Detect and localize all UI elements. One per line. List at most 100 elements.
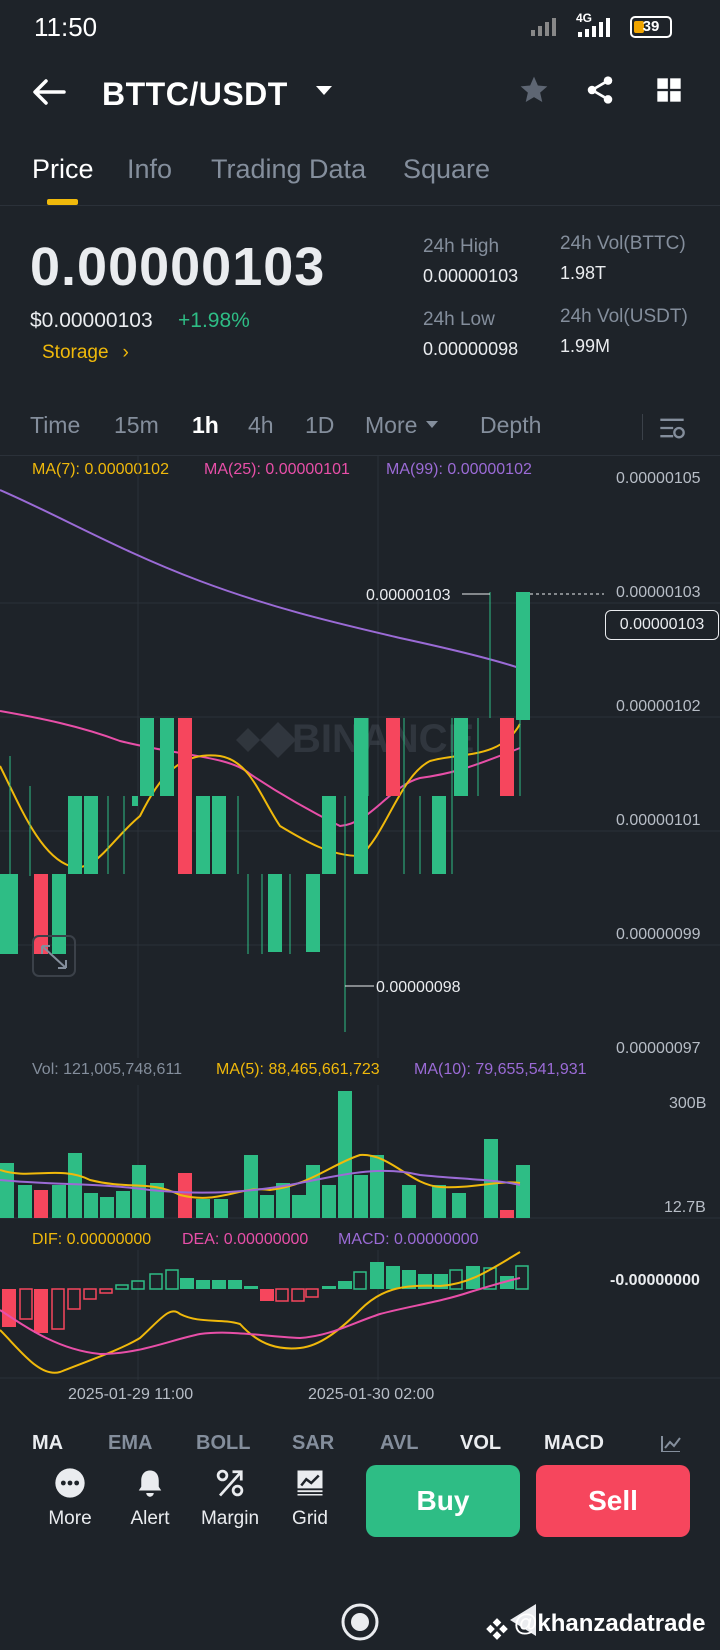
vol-base-label: 24h Vol(BTTC) [560, 233, 686, 254]
interval-more[interactable]: More [365, 412, 417, 439]
candle [454, 718, 468, 796]
grid-bot-icon [297, 1470, 323, 1496]
margin-button-label: Margin [200, 1508, 260, 1529]
alert-button[interactable]: Alert [114, 1466, 186, 1530]
status-bar: 11:50 4G 39 [0, 0, 720, 56]
back-arrow-icon[interactable] [32, 78, 66, 106]
indicator-tab-macd[interactable]: MACD [544, 1432, 604, 1454]
candle [52, 874, 66, 954]
price-axis-label: 0.00000103 [616, 584, 701, 601]
high-label: 24h High [423, 236, 500, 257]
price-axis-label: 0.00000101 [616, 812, 701, 829]
candle [0, 874, 18, 954]
candle [212, 796, 226, 874]
price-axis-label: 0.00000097 [616, 1040, 701, 1057]
tab-square[interactable]: Square [403, 154, 490, 185]
interval-bar: Time 15m 1h 4h 1D More Depth [0, 400, 720, 456]
vol-axis-min: 12.7B [664, 1199, 706, 1216]
sell-button[interactable]: Sell [536, 1465, 690, 1537]
low-value: 0.00000098 [423, 339, 519, 359]
current-price-tag: 0.00000103 [605, 610, 719, 640]
interval-4h[interactable]: 4h [248, 412, 274, 439]
main-tabs: Price Info Trading Data Square [0, 140, 720, 206]
candle [306, 874, 320, 952]
interval-15m[interactable]: 15m [114, 412, 159, 439]
high-marker-label: 0.00000103 [366, 587, 451, 604]
grid-button-label: Grid [292, 1508, 328, 1529]
active-tab-indicator [47, 199, 78, 205]
status-time: 11:50 [34, 12, 98, 42]
storage-tag[interactable]: Storage › [42, 342, 129, 364]
candle [322, 796, 336, 874]
price-change: +1.98% [178, 309, 250, 332]
margin-button[interactable]: Margin [194, 1466, 266, 1530]
price-axis-label: 0.00000102 [616, 698, 701, 715]
bell-icon [138, 1470, 162, 1497]
candle [178, 718, 192, 874]
top-header: BTTC/USDT [0, 60, 720, 130]
price-axis-label: 0.00000105 [616, 470, 701, 487]
dif-label: DIF: 0.00000000 [32, 1231, 152, 1248]
candlestick-chart[interactable]: BINANCE 0.00000103 0.00000098 [0, 456, 720, 1058]
usd-price: $0.00000103 [30, 309, 153, 332]
candle [386, 718, 400, 796]
candle [84, 796, 98, 874]
chevron-right-icon: › [122, 342, 129, 363]
divider [642, 414, 643, 440]
candle [500, 718, 514, 796]
candle [516, 592, 530, 720]
candle [268, 874, 282, 952]
indicator-tab-ma[interactable]: MA [32, 1432, 63, 1454]
candle [354, 718, 368, 874]
vol-base-value: 1.98T [560, 263, 607, 283]
indicator-tab-vol[interactable]: VOL [460, 1432, 501, 1454]
interval-depth[interactable]: Depth [480, 412, 541, 439]
candle [34, 874, 48, 954]
time-axis-label: 2025-01-30 02:00 [308, 1386, 435, 1403]
tab-price[interactable]: Price [32, 154, 94, 185]
battery-icon: 39 [630, 16, 672, 38]
tab-info[interactable]: Info [127, 154, 172, 185]
time-axis-label: 2025-01-29 11:00 [68, 1386, 194, 1403]
indicator-tab-sar[interactable]: SAR [292, 1432, 334, 1454]
alert-button-label: Alert [130, 1508, 170, 1529]
candle [432, 796, 446, 874]
low-label: 24h Low [423, 309, 495, 330]
chart-settings-icon[interactable] [658, 414, 686, 442]
candle [196, 796, 210, 874]
more-caret-icon [426, 421, 438, 428]
volume-bars [0, 1091, 530, 1218]
signal-strength-icon [578, 18, 610, 37]
star-icon[interactable] [518, 74, 550, 106]
storage-tag-label: Storage [42, 342, 109, 363]
vol-axis-max: 300B [669, 1095, 707, 1112]
indicator-tab-avl[interactable]: AVL [380, 1432, 419, 1454]
interval-time[interactable]: Time [30, 412, 80, 439]
app-screen: 11:50 4G 39 BTTC/USDT Price Info Trading… [0, 0, 720, 1650]
more-dots-icon [55, 1468, 85, 1498]
indicator-settings-icon[interactable] [660, 1434, 682, 1454]
indicator-tab-boll[interactable]: BOLL [196, 1432, 250, 1454]
tab-trading-data[interactable]: Trading Data [211, 154, 366, 185]
pair-title[interactable]: BTTC/USDT [102, 76, 288, 113]
grid-menu-icon[interactable] [655, 76, 683, 104]
last-price: 0.00000103 [30, 237, 326, 297]
candle [140, 718, 154, 796]
indicator-tab-ema[interactable]: EMA [108, 1432, 152, 1454]
high-value: 0.00000103 [423, 266, 519, 286]
interval-1d[interactable]: 1D [305, 412, 334, 439]
caret-down-icon[interactable] [314, 84, 334, 98]
more-button[interactable]: More [34, 1466, 106, 1530]
grid-button[interactable]: Grid [274, 1466, 346, 1530]
low-marker-label: 0.00000098 [376, 979, 461, 996]
interval-1h[interactable]: 1h [192, 412, 219, 439]
price-axis-label: 0.00000099 [616, 926, 701, 943]
buy-button[interactable]: Buy [366, 1465, 520, 1537]
share-icon[interactable] [584, 74, 616, 106]
vol-quote-label: 24h Vol(USDT) [560, 306, 688, 327]
more-button-label: More [48, 1508, 92, 1529]
vol-ma5-label: MA(5): 88,465,661,723 [216, 1061, 380, 1078]
candles [0, 592, 530, 1032]
binance-square-logo [486, 1618, 508, 1640]
home-nav-icon[interactable] [340, 1602, 380, 1642]
